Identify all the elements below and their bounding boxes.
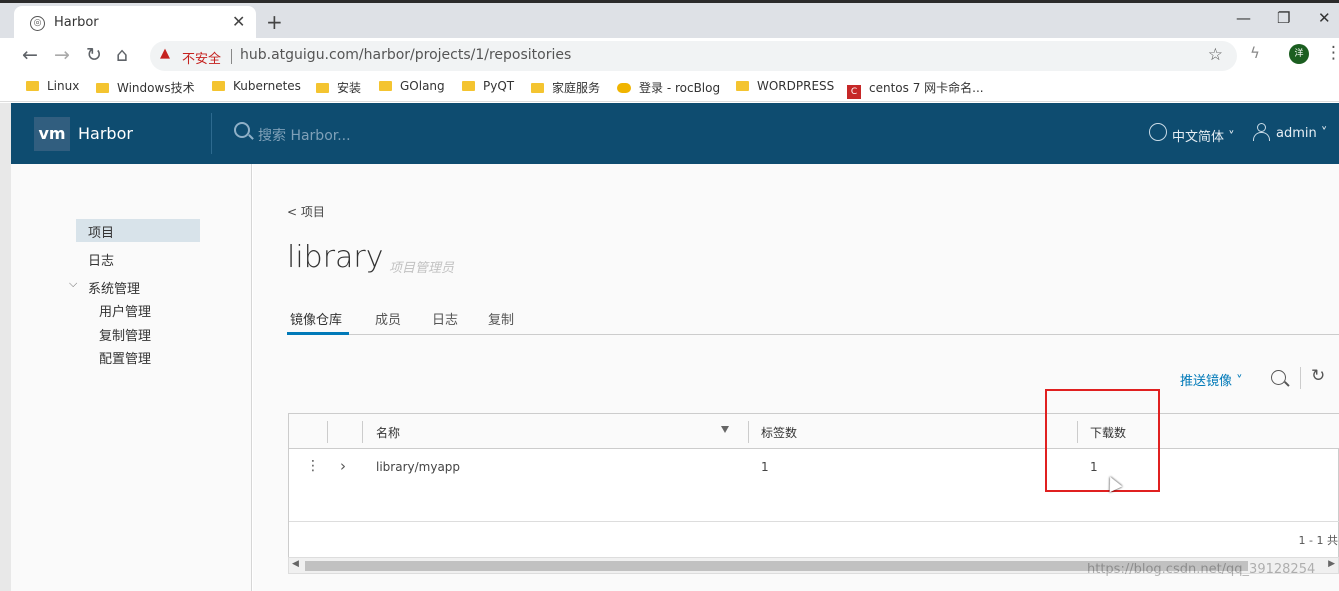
- bookmark-linux[interactable]: Linux: [26, 79, 79, 93]
- minimize-button[interactable]: —: [1236, 9, 1251, 27]
- bookmark-windows[interactable]: Windows技术: [96, 79, 195, 96]
- browser-navbar: ← → ↻ ⌂ ▲ 不安全 hub.atguigu.com/harbor/pro…: [0, 38, 1339, 74]
- main-content: < 项目 library 项目管理员 镜像仓库 成员 日志 复制 推送镜像 ˅ …: [253, 164, 1339, 591]
- refresh-icon[interactable]: ↻: [1311, 366, 1325, 386]
- header-divider: [211, 113, 212, 154]
- sidebar-item-admin[interactable]: 系统管理: [88, 278, 140, 297]
- browser-tab[interactable]: ◎ Harbor ✕: [14, 6, 256, 41]
- scroll-right-icon[interactable]: ▶: [1328, 559, 1335, 569]
- sidebar-item-users[interactable]: 用户管理: [99, 301, 151, 320]
- bookmark-install[interactable]: 安装: [316, 79, 361, 96]
- repo-name-link[interactable]: library/myapp: [376, 460, 460, 474]
- tabs-divider: [287, 334, 1339, 335]
- global-search-input[interactable]: 搜索 Harbor...: [258, 125, 351, 145]
- extension-icon[interactable]: ϟ: [1250, 44, 1260, 62]
- globe-icon: [1149, 123, 1167, 141]
- scroll-left-icon[interactable]: ◀: [292, 559, 299, 569]
- bookmark-star-icon[interactable]: ☆: [1208, 45, 1223, 65]
- bookmark-golang[interactable]: GOlang: [379, 79, 445, 93]
- bookmark-centos[interactable]: Ccentos 7 网卡命名...: [847, 79, 984, 99]
- harbor-favicon-icon: ◎: [30, 16, 45, 31]
- user-icon: [1253, 123, 1270, 141]
- column-header-name[interactable]: 名称: [376, 424, 400, 441]
- sidebar: 项目 日志 ⌵ 系统管理 用户管理 复制管理 配置管理: [11, 164, 252, 591]
- highlight-box: [1045, 389, 1160, 492]
- new-tab-button[interactable]: +: [266, 10, 283, 34]
- breadcrumb[interactable]: < 项目: [287, 203, 325, 220]
- tag-count: 1: [761, 460, 769, 474]
- page-title: library: [287, 240, 384, 275]
- user-dropdown[interactable]: admin ˅: [1276, 126, 1327, 141]
- folder-icon: [212, 81, 225, 91]
- restore-button[interactable]: ❐: [1277, 9, 1290, 27]
- bookmark-pyqt[interactable]: PyQT: [462, 79, 514, 93]
- column-divider: [327, 421, 328, 443]
- sidebar-item-configuration[interactable]: 配置管理: [99, 348, 151, 367]
- column-header-tags[interactable]: 标签数: [761, 424, 797, 441]
- folder-icon: [531, 83, 544, 93]
- bookmarks-bar: Linux Windows技术 Kubernetes 安装 GOlang PyQ…: [0, 74, 1339, 102]
- folder-icon: [736, 81, 749, 91]
- warning-triangle-icon: ▲: [160, 46, 170, 61]
- reload-icon[interactable]: ↻: [86, 44, 102, 66]
- tab-replication[interactable]: 复制: [488, 309, 514, 328]
- table-footer: 1 - 1 共: [289, 521, 1339, 557]
- home-icon[interactable]: ⌂: [116, 44, 128, 66]
- sidebar-item-replication[interactable]: 复制管理: [99, 325, 151, 344]
- folder-icon: [316, 83, 329, 93]
- language-dropdown[interactable]: 中文简体 ˅: [1172, 126, 1235, 145]
- column-divider: [748, 421, 749, 443]
- tab-logs[interactable]: 日志: [432, 309, 458, 328]
- project-role: 项目管理员: [389, 261, 455, 276]
- push-image-dropdown[interactable]: 推送镜像 ˅: [1180, 370, 1243, 389]
- chevron-down-icon[interactable]: ⌵: [69, 277, 77, 291]
- csdn-icon: C: [847, 85, 861, 99]
- left-gutter: [0, 103, 11, 591]
- pagination-text: 1 - 1 共: [1298, 534, 1338, 547]
- vmware-logo[interactable]: vm: [34, 117, 70, 151]
- tab-close-icon[interactable]: ✕: [232, 12, 245, 31]
- window-close-button[interactable]: ✕: [1318, 9, 1331, 27]
- row-actions-icon[interactable]: ⋮: [306, 458, 320, 474]
- address-bar[interactable]: ▲ 不安全 hub.atguigu.com/harbor/projects/1/…: [150, 41, 1237, 71]
- filter-icon[interactable]: [721, 426, 729, 433]
- sidebar-item-projects[interactable]: 项目: [88, 222, 114, 241]
- browser-menu-icon[interactable]: ⋮: [1325, 43, 1339, 63]
- table-header: 名称 标签数 下载数: [289, 414, 1339, 449]
- app-title[interactable]: Harbor: [78, 124, 133, 143]
- tab-repositories[interactable]: 镜像仓库: [290, 309, 342, 328]
- back-arrow-icon[interactable]: ←: [22, 44, 38, 66]
- column-divider: [362, 421, 363, 443]
- security-label[interactable]: 不安全: [182, 48, 221, 67]
- table-row[interactable]: ⋮ › library/myapp 1 1: [289, 450, 1339, 486]
- tab-members[interactable]: 成员: [375, 309, 401, 328]
- active-tab-indicator: [287, 332, 349, 335]
- sidebar-item-logs[interactable]: 日志: [88, 250, 114, 269]
- search-icon[interactable]: [1271, 370, 1286, 385]
- bookmark-kubernetes[interactable]: Kubernetes: [212, 79, 301, 93]
- forward-arrow-icon[interactable]: →: [54, 44, 70, 66]
- bookmark-rocblog[interactable]: 登录 - rocBlog: [617, 79, 720, 96]
- tab-title: Harbor: [54, 15, 99, 30]
- browser-tabstrip: ◎ Harbor ✕ + — ❐ ✕: [0, 0, 1339, 41]
- folder-icon: [96, 83, 109, 93]
- folder-icon: [26, 81, 39, 91]
- folder-icon: [379, 81, 392, 91]
- toolbar-divider: [1300, 367, 1301, 389]
- folder-icon: [462, 81, 475, 91]
- watermark: https://blog.csdn.net/qq_39128254: [1087, 562, 1316, 577]
- profile-avatar[interactable]: 洋: [1289, 44, 1309, 64]
- bookmark-home-service[interactable]: 家庭服务: [531, 79, 600, 96]
- cloud-icon: [617, 83, 631, 93]
- url-text[interactable]: hub.atguigu.com/harbor/projects/1/reposi…: [240, 47, 571, 63]
- omnibox-divider: [231, 49, 232, 64]
- chevron-right-icon[interactable]: ›: [340, 457, 346, 475]
- bookmark-wordpress[interactable]: WORDPRESS: [736, 79, 834, 93]
- harbor-header: vm Harbor 搜索 Harbor... 中文简体 ˅ admin ˅: [11, 103, 1339, 164]
- repository-table: 名称 标签数 下载数 ⋮ › library/myapp 1 1 1 - 1 共: [288, 413, 1339, 558]
- search-icon: [234, 122, 250, 138]
